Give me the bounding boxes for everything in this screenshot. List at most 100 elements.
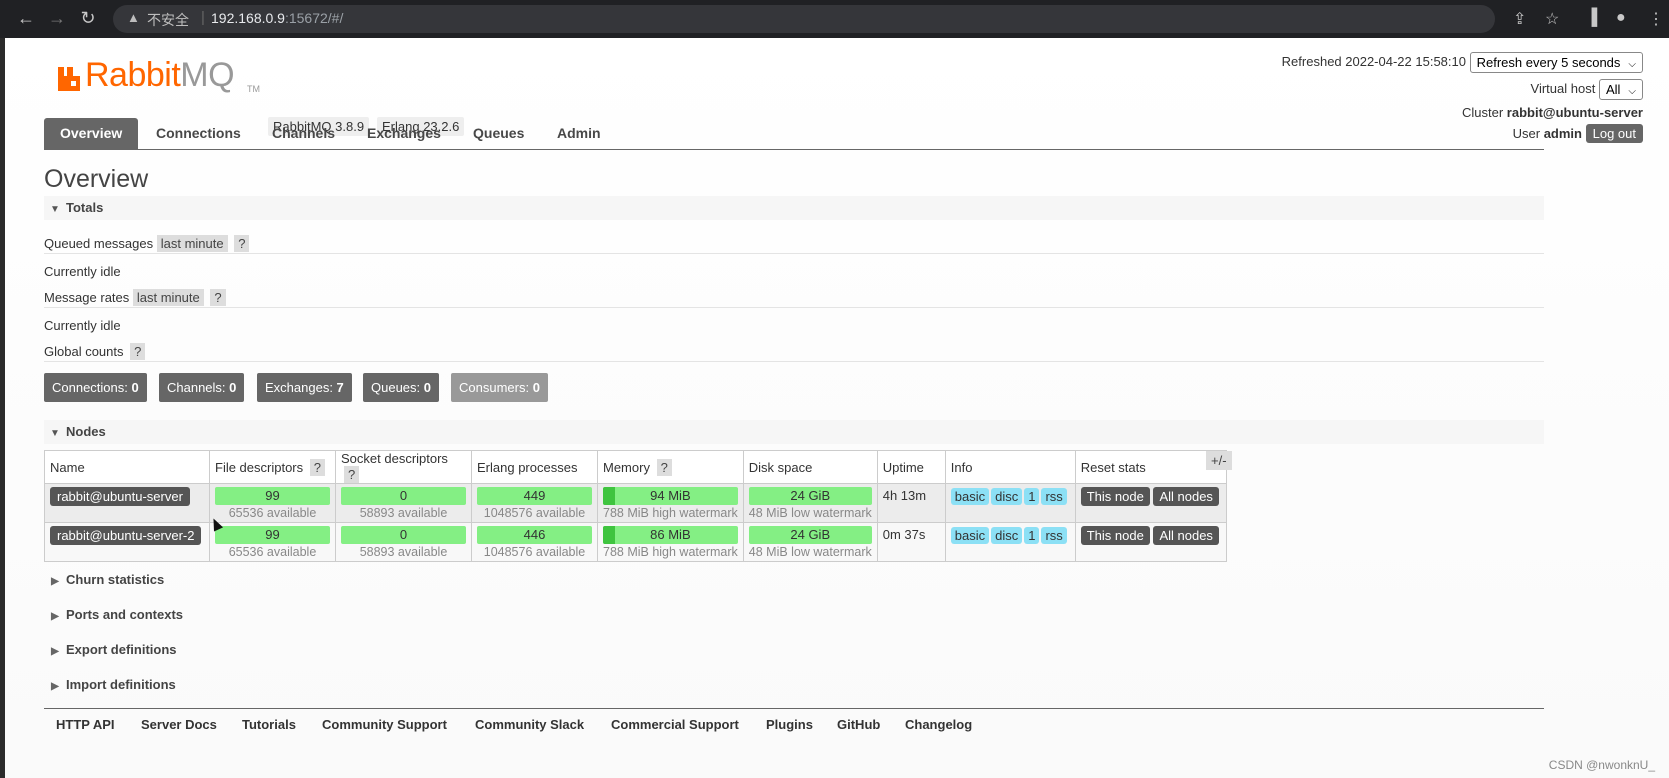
tab-admin[interactable]: Admin: [541, 118, 617, 149]
message-rates-row: Message rates last minute ?: [44, 289, 226, 306]
tab-exchanges[interactable]: Exchanges: [351, 118, 457, 149]
bar-value: 99: [265, 488, 280, 503]
address-bar[interactable]: ▲ 不安全 | 192.168.0.9:15672/#/: [113, 5, 1495, 33]
consumers-count-button[interactable]: Consumers: 0: [451, 373, 548, 402]
ports-and-contexts-section[interactable]: ▶ Ports and contexts: [44, 607, 183, 622]
column-header-file-descriptors: File descriptors ?: [209, 450, 336, 484]
rates-range-toggle[interactable]: last minute: [132, 289, 204, 306]
node-name-link[interactable]: rabbit@ubuntu-server-2: [50, 526, 202, 545]
queues-count-button[interactable]: Queues: 0: [363, 373, 439, 402]
info-tag[interactable]: rss: [1041, 527, 1067, 544]
column-header-uptime: Uptime: [876, 450, 946, 484]
insecure-label[interactable]: 不安全: [147, 10, 189, 30]
profile-icon[interactable]: ●: [1616, 9, 1626, 27]
info-tag[interactable]: 1: [1024, 527, 1040, 544]
tab-queues[interactable]: Queues: [457, 118, 540, 149]
footer-link-server-docs[interactable]: Server Docs: [141, 717, 217, 732]
reset-all-nodes-button[interactable]: All nodes: [1153, 526, 1219, 545]
column-header-label: Socket descriptors: [341, 451, 448, 466]
section-title: Churn statistics: [66, 572, 165, 587]
footer-link-http-api[interactable]: HTTP API: [56, 717, 115, 732]
url-path: :15672/#/: [284, 10, 344, 26]
help-button[interactable]: ?: [309, 458, 325, 476]
triangle-right-icon: ▶: [51, 646, 59, 657]
column-header-erlang-processes: Erlang processes: [471, 450, 598, 484]
info-tags: basic disc 1 rss: [944, 483, 1076, 523]
queued-range-toggle[interactable]: last minute: [156, 235, 228, 252]
exchanges-count-button[interactable]: Exchanges: 7: [257, 373, 352, 402]
info-tag[interactable]: basic: [950, 488, 990, 505]
bar-value: 86 MiB: [650, 527, 691, 542]
export-definitions-section[interactable]: ▶ Export definitions: [44, 642, 176, 657]
reload-icon[interactable]: ↻: [77, 8, 99, 29]
info-tag[interactable]: rss: [1041, 488, 1067, 505]
footer-link-tutorials[interactable]: Tutorials: [242, 717, 296, 732]
bar-available-text: 1048576 available: [483, 506, 586, 520]
triangle-down-icon: ▼: [50, 204, 60, 215]
reset-all-nodes-button[interactable]: All nodes: [1153, 487, 1219, 506]
columns-toggle-button[interactable]: +/-: [1206, 451, 1232, 470]
rabbitmq-logo-icon: [58, 67, 80, 91]
memory-bar: 86 MiB: [603, 526, 738, 544]
triangle-down-icon: ▼: [50, 428, 60, 439]
section-title: Import definitions: [66, 677, 176, 692]
share-icon[interactable]: ⇪: [1513, 9, 1526, 29]
reset-this-node-button[interactable]: This node: [1080, 487, 1150, 506]
help-button[interactable]: ?: [210, 289, 226, 306]
help-button[interactable]: ?: [656, 458, 672, 476]
column-header-label: File descriptors: [215, 459, 304, 475]
footer-link-commercial-support[interactable]: Commercial Support: [611, 717, 739, 732]
memory-watermark-text: 788 MiB high watermark: [603, 506, 738, 520]
info-tag[interactable]: basic: [950, 527, 990, 544]
footer-link-plugins[interactable]: Plugins: [766, 717, 813, 732]
file-descriptors-bar: 99: [215, 526, 330, 544]
side-panel-icon[interactable]: ▐: [1586, 9, 1597, 27]
url-text[interactable]: 192.168.0.9:15672/#/: [211, 10, 343, 26]
footer-link-changelog[interactable]: Changelog: [905, 717, 972, 732]
refresh-row: Refreshed 2022-04-22 15:58:10 Refresh ev…: [1282, 52, 1643, 73]
logo-text-rabbit: Rabbit: [85, 56, 181, 94]
info-tag[interactable]: disc: [991, 488, 1023, 505]
connections-count-button[interactable]: Connections: 0: [44, 373, 147, 402]
bar-available-text: 58893 available: [359, 506, 448, 520]
browser-toolbar: ← → ↻ ▲ 不安全 | 192.168.0.9:15672/#/ ⇪ ☆ ▐…: [0, 0, 1669, 38]
tab-overview[interactable]: Overview: [44, 118, 139, 149]
count-label: Connections:: [52, 380, 132, 395]
count-value: 0: [229, 380, 237, 395]
help-button[interactable]: ?: [344, 466, 360, 483]
refresh-interval-select[interactable]: Refresh every 5 seconds ⌵: [1469, 52, 1643, 73]
triangle-right-icon: ▶: [51, 681, 59, 692]
vhost-select[interactable]: All ⌵: [1598, 79, 1643, 100]
bar-available-text: 65536 available: [228, 506, 317, 520]
menu-icon[interactable]: ⋮: [1648, 9, 1664, 29]
totals-section-header[interactable]: ▼ Totals: [44, 196, 1544, 220]
node-name-link[interactable]: rabbit@ubuntu-server: [50, 487, 190, 506]
count-value: 0: [423, 380, 431, 395]
vhost-value: All: [1605, 82, 1621, 97]
star-icon[interactable]: ☆: [1545, 9, 1559, 29]
channels-count-button[interactable]: Channels: 0: [159, 373, 245, 402]
logout-button[interactable]: Log out: [1585, 124, 1643, 143]
bar-available-text: 1048576 available: [483, 545, 586, 559]
disk-watermark-text: 48 MiB low watermark: [748, 545, 872, 559]
column-header-label: Memory: [603, 459, 650, 475]
disk-watermark-text: 48 MiB low watermark: [748, 506, 872, 520]
info-tag[interactable]: disc: [991, 527, 1023, 544]
warning-icon[interactable]: ▲: [127, 10, 140, 25]
forward-icon[interactable]: →: [46, 8, 68, 29]
reset-this-node-button[interactable]: This node: [1080, 526, 1150, 545]
help-button[interactable]: ?: [130, 343, 146, 360]
footer-links: HTTP API Server Docs Tutorials Community…: [44, 708, 1544, 749]
back-icon[interactable]: ←: [15, 8, 37, 29]
footer-link-community-slack[interactable]: Community Slack: [475, 717, 584, 732]
tab-channels[interactable]: Channels: [256, 118, 351, 149]
footer-link-community-support[interactable]: Community Support: [322, 717, 447, 732]
churn-statistics-section[interactable]: ▶ Churn statistics: [44, 572, 164, 587]
rabbitmq-page: RabbitMQ TM RabbitMQ 3.8.9 Erlang 23.2.6…: [5, 38, 1669, 778]
info-tag[interactable]: 1: [1024, 488, 1040, 505]
nodes-section-header[interactable]: ▼ Nodes: [44, 420, 1544, 444]
tab-connections[interactable]: Connections: [140, 118, 257, 149]
footer-link-github[interactable]: GitHub: [837, 717, 880, 732]
import-definitions-section[interactable]: ▶ Import definitions: [44, 677, 176, 692]
help-button[interactable]: ?: [234, 235, 250, 252]
